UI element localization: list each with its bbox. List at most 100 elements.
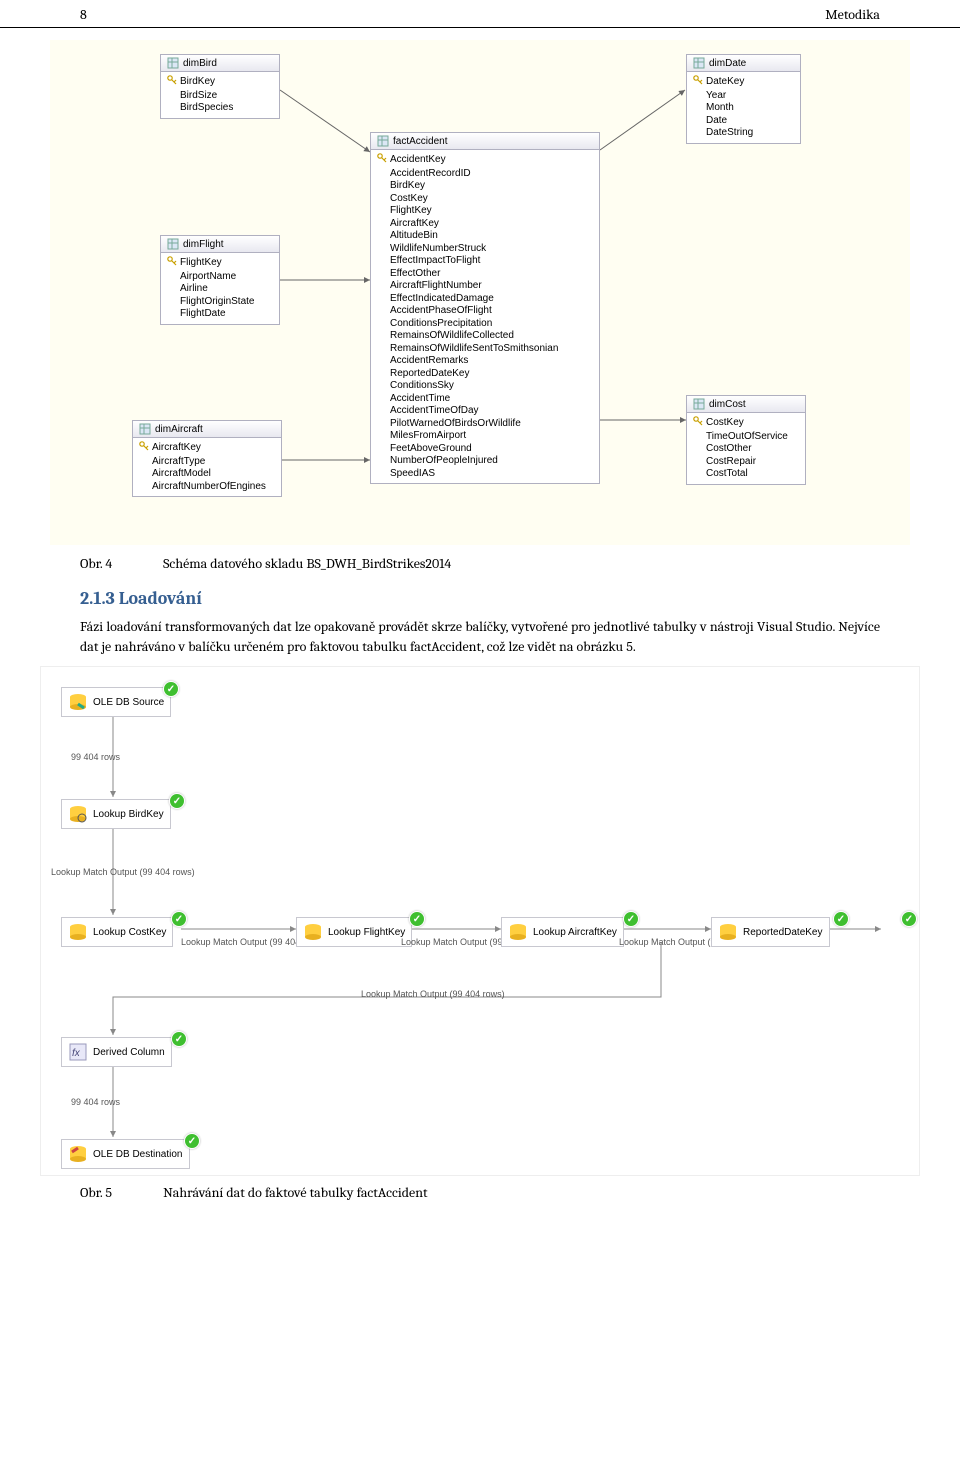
- key-icon: [693, 75, 703, 85]
- key-icon: [167, 75, 177, 85]
- table-column: ReportedDateKey: [377, 368, 593, 381]
- node-lookup-costkey: Lookup CostKey: [61, 917, 173, 947]
- column-name: ReportedDateKey: [390, 368, 470, 381]
- node-label: OLE DB Source: [93, 697, 164, 708]
- table-column: FlightOriginState: [167, 296, 273, 309]
- db-dest-icon: [68, 1144, 88, 1164]
- column-name: Year: [706, 90, 726, 103]
- column-name: WildlifeNumberStruck: [390, 243, 486, 256]
- success-badge: [163, 681, 179, 697]
- figure-caption-5: Obr. 5 Nahrávání dat do faktové tabulky …: [80, 1184, 880, 1201]
- success-badge: [623, 911, 639, 927]
- derived-column-icon: fx: [68, 1042, 88, 1062]
- column-name: MilesFromAirport: [390, 430, 466, 443]
- table-column: CostRepair: [693, 456, 799, 469]
- heading-2-1-3: 2.1.3 Loadování: [80, 588, 880, 609]
- table-icon: [693, 57, 705, 69]
- column-name: EffectOther: [390, 268, 440, 281]
- column-name: AircraftModel: [152, 468, 211, 481]
- caption-label: Obr. 5: [80, 1184, 160, 1201]
- column-name: AccidentTimeOfDay: [390, 405, 479, 418]
- caption-label: Obr. 4: [80, 555, 160, 572]
- column-name: AccidentRemarks: [390, 355, 468, 368]
- node-derived-column: fx Derived Column: [61, 1037, 172, 1067]
- table-body: CostKeyTimeOutOfServiceCostOtherCostRepa…: [686, 413, 806, 485]
- node-label: Lookup CostKey: [93, 927, 166, 938]
- success-badge: [171, 1031, 187, 1047]
- column-name: BirdKey: [180, 76, 215, 89]
- table-column: RemainsOfWildlifeSentToSmithsonian: [377, 343, 593, 356]
- page-number: 8: [80, 6, 87, 23]
- svg-text:fx: fx: [72, 1048, 81, 1059]
- db-lookup-icon: [68, 804, 88, 824]
- table-column: EffectIndicatedDamage: [377, 293, 593, 306]
- table-header: dimAircraft: [132, 420, 282, 438]
- table-column: EffectImpactToFlight: [377, 255, 593, 268]
- table-body: AircraftKeyAircraftTypeAircraftModelAirc…: [132, 438, 282, 497]
- match-output: Lookup Match Output (99 404 rows): [51, 867, 195, 877]
- node-reported-datekey: ReportedDateKey: [711, 917, 830, 947]
- success-badge: [409, 911, 425, 927]
- column-name: NumberOfPeopleInjured: [390, 455, 498, 468]
- table-column: AircraftModel: [139, 468, 275, 481]
- row-count: 99 404 rows: [71, 752, 120, 762]
- column-name: SpeedIAS: [390, 468, 435, 481]
- table-title: dimBird: [183, 58, 217, 69]
- column-name: FlightKey: [180, 257, 222, 270]
- column-name: Month: [706, 102, 734, 115]
- table-column: AccidentRemarks: [377, 355, 593, 368]
- paragraph: Fázi loadování transformovaných dat lze …: [80, 617, 880, 656]
- node-label: OLE DB Destination: [93, 1149, 183, 1160]
- table-header: factAccident: [370, 132, 600, 150]
- table-column: RemainsOfWildlifeCollected: [377, 330, 593, 343]
- column-name: BirdSpecies: [180, 102, 233, 115]
- column-name: CostRepair: [706, 456, 756, 469]
- db-lookup-icon: [303, 922, 323, 942]
- db-lookup-icon: [718, 922, 738, 942]
- column-name: FlightKey: [390, 205, 432, 218]
- column-name: EffectImpactToFlight: [390, 255, 480, 268]
- table-column: AltitudeBin: [377, 230, 593, 243]
- table-column: SpeedIAS: [377, 468, 593, 481]
- table-icon: [167, 238, 179, 250]
- table-title: factAccident: [393, 136, 447, 147]
- table-column: FlightKey: [377, 205, 593, 218]
- db-source-icon: [68, 692, 88, 712]
- column-name: AccidentKey: [390, 154, 446, 167]
- table-column: BirdSize: [167, 90, 273, 103]
- success-badge: [171, 911, 187, 927]
- table-column: FlightKey: [167, 256, 273, 271]
- table-column: BirdKey: [167, 75, 273, 90]
- table-column: AccidentKey: [377, 153, 593, 168]
- table-column: MilesFromAirport: [377, 430, 593, 443]
- page-header: 8 Metodika: [0, 0, 960, 28]
- column-name: EffectIndicatedDamage: [390, 293, 494, 306]
- table-icon: [139, 423, 151, 435]
- table-column: Date: [693, 115, 794, 128]
- column-name: AircraftKey: [152, 442, 201, 455]
- column-name: CostKey: [706, 417, 744, 430]
- db-lookup-icon: [508, 922, 528, 942]
- table-column: Year: [693, 90, 794, 103]
- column-name: BirdKey: [390, 180, 425, 193]
- caption-text: Nahrávání dat do faktové tabulky factAcc…: [163, 1184, 428, 1201]
- column-name: FlightOriginState: [180, 296, 254, 309]
- table-column: ConditionsPrecipitation: [377, 318, 593, 331]
- column-name: AircraftNumberOfEngines: [152, 481, 266, 494]
- node-label: Derived Column: [93, 1047, 165, 1058]
- table-column: BirdKey: [377, 180, 593, 193]
- table-title: dimCost: [709, 399, 746, 410]
- node-oledb-destination: OLE DB Destination: [61, 1139, 190, 1169]
- table-body: AccidentKeyAccidentRecordIDBirdKeyCostKe…: [370, 150, 600, 484]
- table-column: Airline: [167, 283, 273, 296]
- column-name: BirdSize: [180, 90, 217, 103]
- table-column: AccidentTime: [377, 393, 593, 406]
- table-title: dimAircraft: [155, 424, 203, 435]
- table-column: EffectOther: [377, 268, 593, 281]
- column-name: AircraftKey: [390, 218, 439, 231]
- node-label: Lookup AircraftKey: [533, 927, 617, 938]
- table-column: TimeOutOfService: [693, 431, 799, 444]
- table-column: FlightDate: [167, 308, 273, 321]
- table-header: dimFlight: [160, 235, 280, 253]
- column-name: CostTotal: [706, 468, 748, 481]
